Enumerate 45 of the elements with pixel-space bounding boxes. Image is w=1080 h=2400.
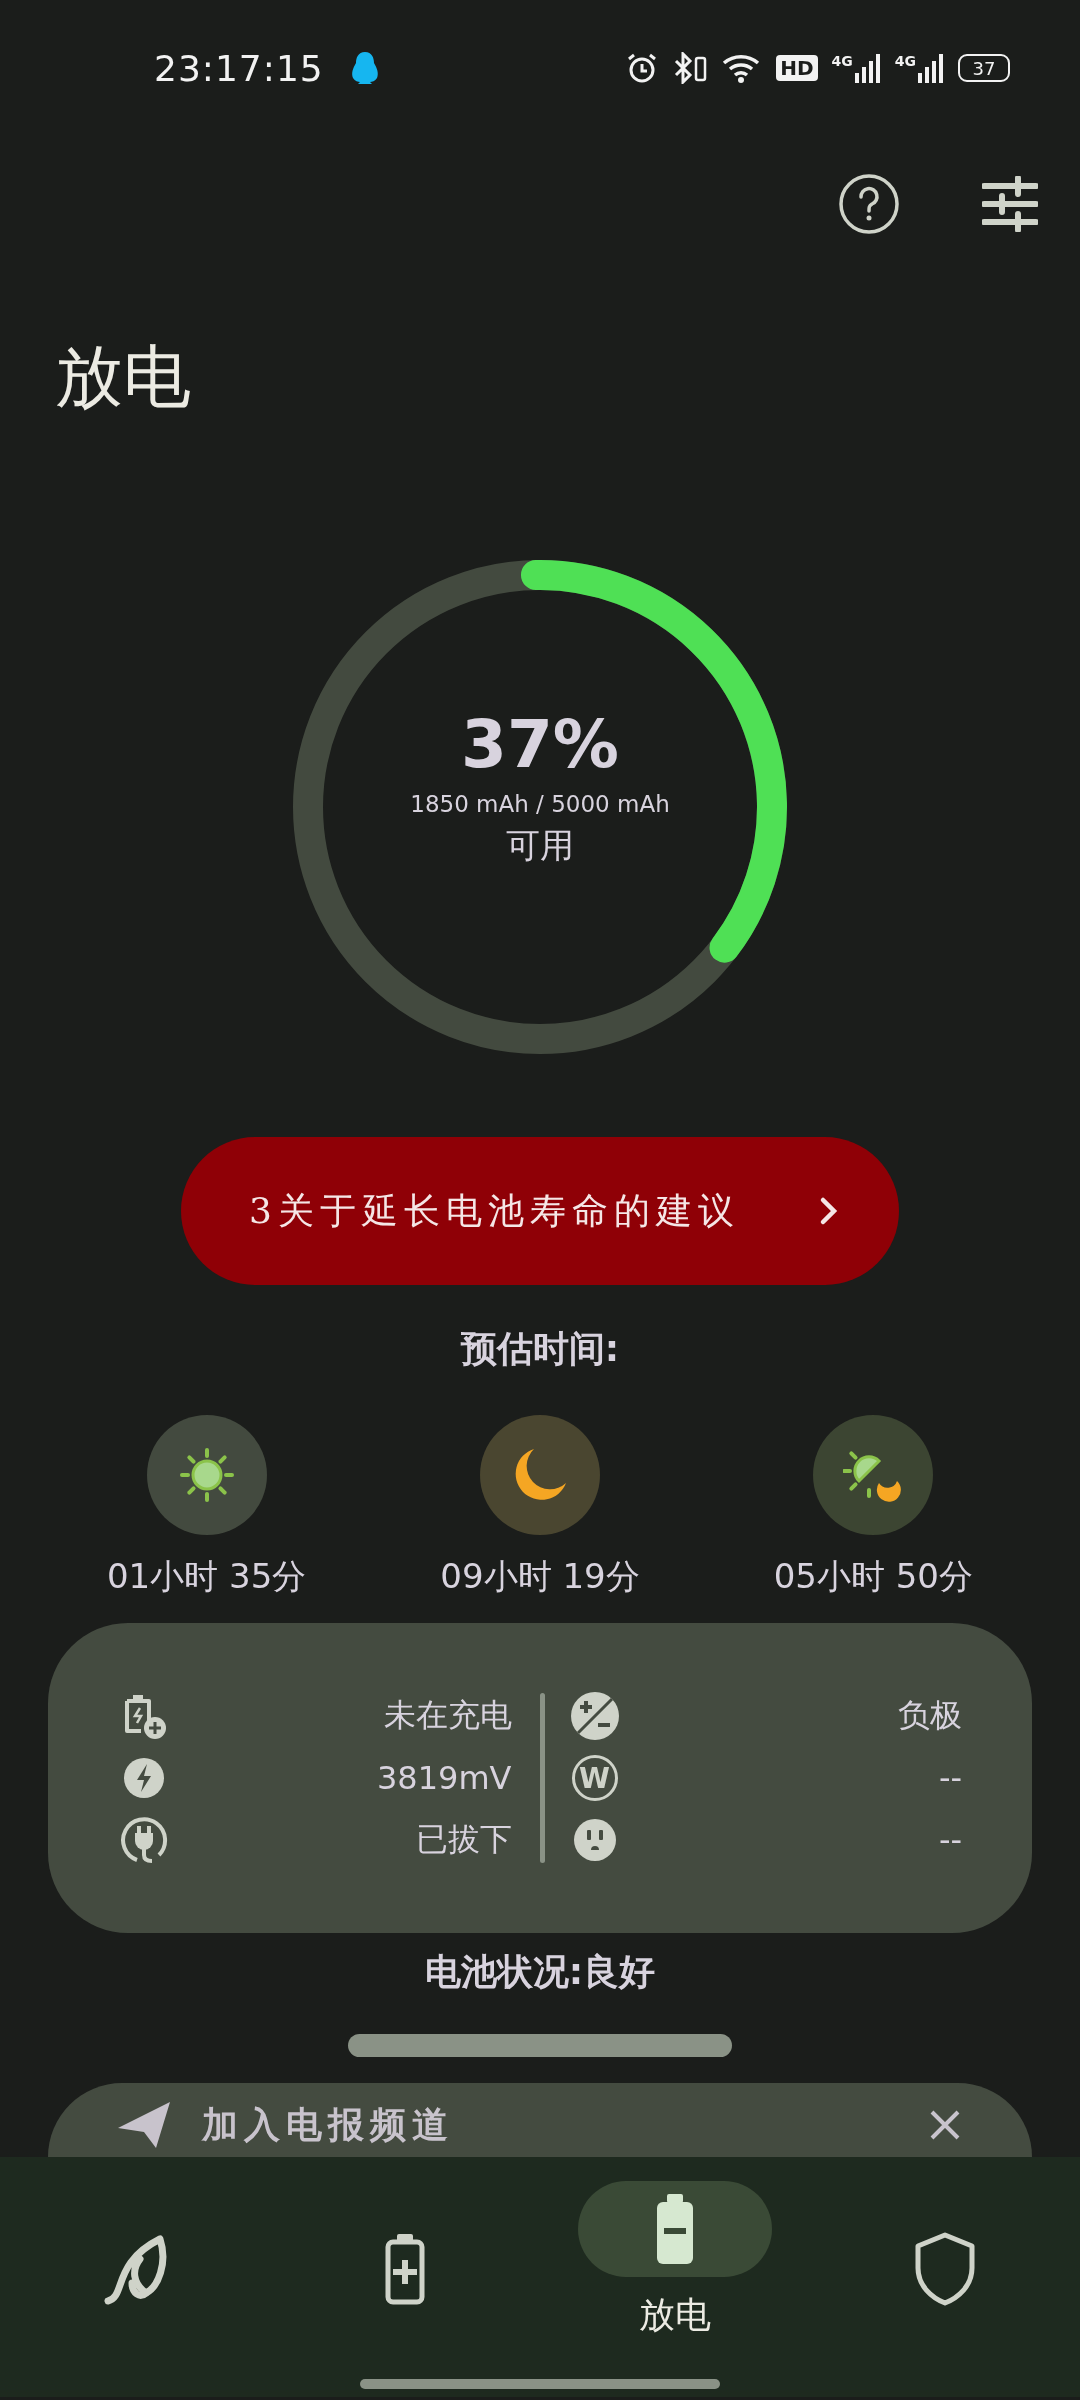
- status-time: 23:17:15: [154, 47, 324, 89]
- battery-capacity: 1850 mAh / 5000 mAh: [410, 791, 670, 817]
- battery-plus-icon: [385, 2233, 425, 2305]
- battery-health: 电池状况:良好: [424, 1950, 656, 1994]
- telegram-card[interactable]: 加入电报频道: [48, 2083, 1032, 2157]
- info-value: 未在充电: [383, 1695, 512, 1736]
- close-icon[interactable]: [928, 2108, 962, 2142]
- watt-icon: W: [571, 1755, 618, 1801]
- hd-icon: HD: [776, 55, 818, 81]
- info-value: 已拔下: [415, 1819, 512, 1860]
- info-value: --: [938, 1759, 962, 1797]
- chevron-icon: [819, 1196, 839, 1226]
- page-title: 放电: [55, 336, 192, 418]
- shield-icon: [914, 2232, 976, 2306]
- battery-minus-icon: [655, 2193, 695, 2265]
- signal-icon: [918, 53, 944, 83]
- gauge-label: 可用: [506, 824, 574, 867]
- bluetooth-battery-icon: [672, 52, 709, 84]
- plug-icon: [119, 1815, 169, 1865]
- drag-handle[interactable]: [348, 2034, 732, 2057]
- telegram-text: 加入电报频道: [202, 2102, 454, 2147]
- estimate-time: 05小时 50分: [773, 1555, 973, 1598]
- paper-plane-icon: [116, 2100, 172, 2150]
- info-value: --: [938, 1821, 962, 1859]
- tips-banner[interactable]: 3关于延长电池寿命的建议: [181, 1137, 899, 1285]
- estimate-time: 01小时 35分: [107, 1555, 307, 1598]
- penguin-icon: [349, 51, 380, 85]
- battery-percent: 37%: [461, 705, 619, 785]
- estimate-title: 预估时间:: [460, 1327, 620, 1371]
- help-icon[interactable]: [838, 173, 900, 235]
- estimate-time: 09小时 19分: [440, 1555, 640, 1598]
- info-value: 负极: [898, 1695, 962, 1736]
- settings-sliders-icon[interactable]: [982, 176, 1038, 232]
- outlet-icon: [572, 1818, 617, 1862]
- battery-indicator: 37: [958, 54, 1010, 82]
- nav-tab[interactable]: 放电: [540, 2157, 810, 2397]
- info-value: 3819mV: [377, 1759, 512, 1797]
- sun-icon: [178, 1447, 235, 1503]
- network-label: 4G: [894, 53, 916, 69]
- plus-minus-icon: [569, 1691, 620, 1741]
- leaf-icon: [102, 2233, 168, 2305]
- bolt-icon: [123, 1757, 165, 1799]
- network-label: 4G: [831, 53, 853, 69]
- alarm-icon: [626, 52, 659, 84]
- signal-icon: [854, 53, 881, 83]
